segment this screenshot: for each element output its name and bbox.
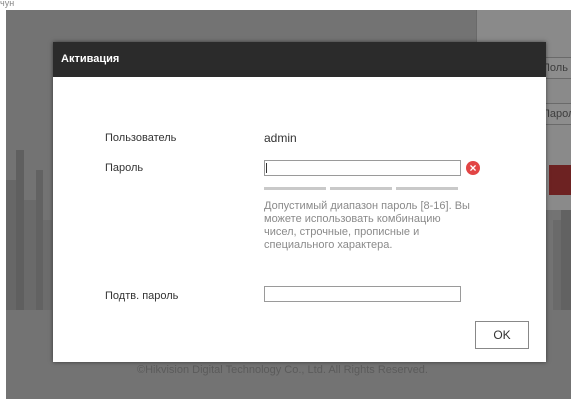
- ok-button[interactable]: OK: [475, 321, 529, 349]
- confirm-password-label: Подтв. пароль: [105, 290, 179, 302]
- password-label: Пароль: [105, 162, 144, 174]
- strength-bar-strong: [396, 187, 458, 190]
- activation-dialog: Активация Пользователь admin Пароль × До…: [53, 42, 546, 362]
- error-x-icon: ×: [466, 161, 480, 175]
- skyline-image: [6, 150, 52, 310]
- confirm-password-input[interactable]: [264, 286, 461, 302]
- background-login-button: [549, 165, 571, 195]
- background-logo-text: чун: [0, 0, 15, 8]
- password-hint: Допустимый диапазон пароль [8-16]. Вы мо…: [264, 200, 470, 251]
- background-copyright: ©Hikvision Digital Technology Co., Ltd. …: [137, 364, 428, 376]
- dialog-title: Активация: [53, 42, 546, 77]
- password-input[interactable]: [264, 160, 461, 176]
- background-top-strip: чун: [0, 0, 571, 10]
- strength-bar-medium: [330, 187, 392, 190]
- strength-bar-weak: [264, 187, 326, 190]
- user-label: Пользователь: [105, 132, 177, 144]
- user-value: admin: [264, 131, 297, 145]
